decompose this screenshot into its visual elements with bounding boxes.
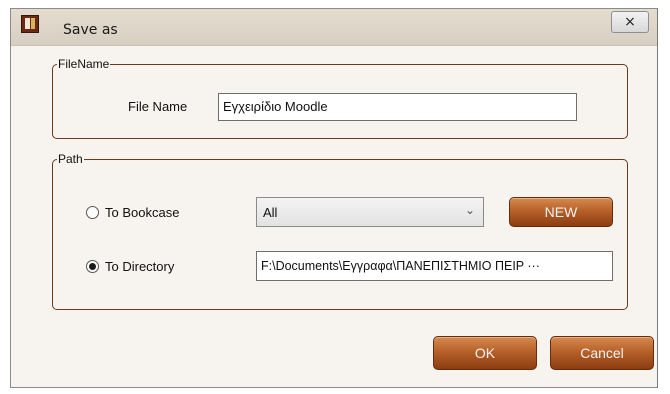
directory-path-input[interactable]: F:\Documents\Εγγραφα\ΠΑΝΕΠΙΣΤΗΜΙΟ ΠΕΙΡ ·… <box>256 251 613 281</box>
title-bar[interactable]: Save as × <box>11 9 657 46</box>
radio-directory-label: To Directory <box>105 259 175 274</box>
filename-group-legend: FileName <box>58 57 110 71</box>
path-group: Path <box>52 152 628 310</box>
chevron-down-icon[interactable]: ⌄ <box>465 203 475 217</box>
bookcase-select[interactable]: All ⌄ <box>256 197 484 227</box>
radio-bookcase-label: To Bookcase <box>105 205 180 220</box>
radio-directory-circle[interactable] <box>86 260 99 273</box>
app-book-icon <box>21 15 39 33</box>
new-button[interactable]: NEW <box>509 197 613 227</box>
radio-to-directory[interactable]: To Directory <box>86 259 174 274</box>
bookcase-select-value: All <box>263 205 278 220</box>
radio-to-bookcase[interactable]: To Bookcase <box>86 205 179 220</box>
file-name-input[interactable]: Εγχειρίδιο Moodle <box>218 93 577 121</box>
close-button[interactable]: × <box>611 11 649 33</box>
dialog-title: Save as <box>63 22 118 38</box>
file-name-label: File Name <box>128 99 188 114</box>
radio-bookcase-circle[interactable] <box>86 206 99 219</box>
path-group-legend: Path <box>58 152 83 166</box>
cancel-button[interactable]: Cancel <box>550 336 654 370</box>
ok-button[interactable]: OK <box>433 336 537 370</box>
